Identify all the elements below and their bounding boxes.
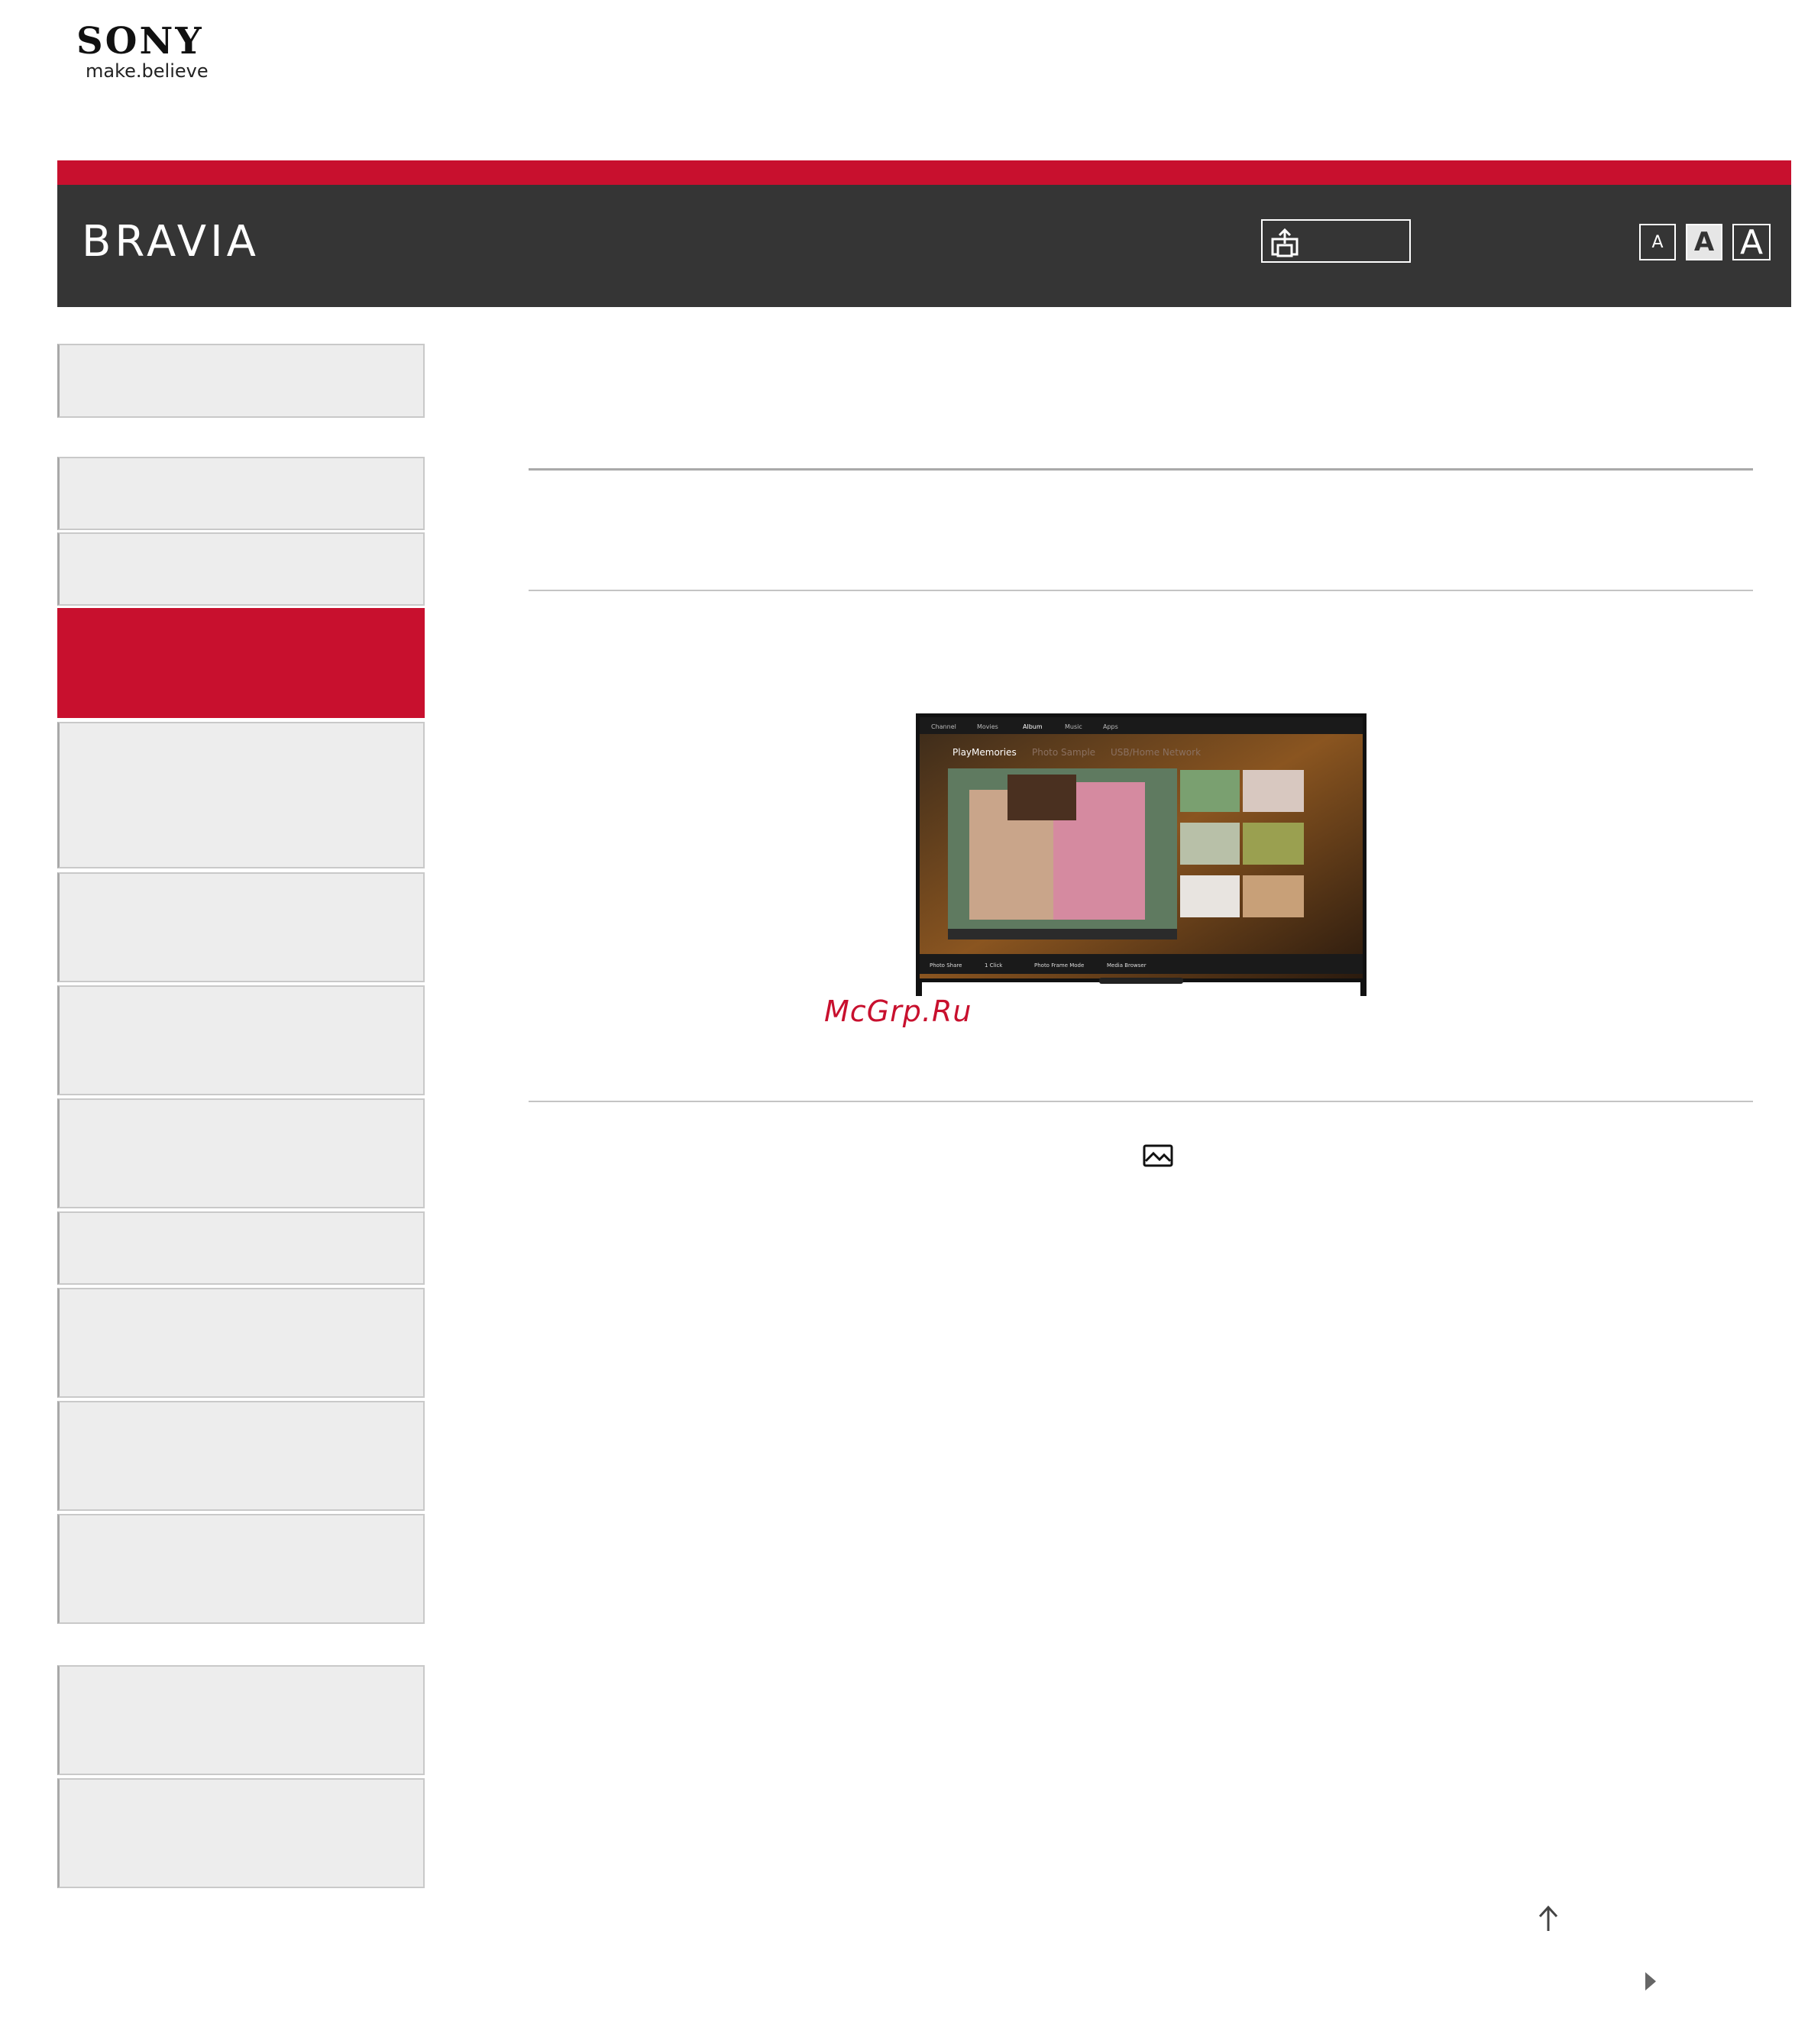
print-icon (1271, 228, 1299, 257)
product-title: BRAVIA (82, 217, 260, 267)
sidebar-item-11[interactable] (57, 1514, 425, 1624)
print-button[interactable] (1261, 219, 1411, 263)
tv-album-illustration: Channel Movies Album Music Apps PlayMemo… (916, 713, 1367, 996)
tv-btn-photo-share: Photo Share (930, 962, 962, 969)
font-size-small-button[interactable]: A (1639, 224, 1676, 260)
sidebar-item-6[interactable] (57, 985, 425, 1095)
sony-logo: SONY make.believe (76, 21, 229, 81)
tv-btn-photo-frame: Photo Frame Mode (1034, 962, 1084, 969)
sidebar-item-bottom-1[interactable] (57, 1665, 425, 1775)
sidebar-item-2[interactable] (57, 532, 425, 606)
sidebar-item-4[interactable] (57, 722, 425, 868)
sidebar-item-bottom-2[interactable] (57, 1778, 425, 1888)
triangle-right-icon[interactable] (1642, 1971, 1658, 1992)
tv-topbar-channel: Channel (931, 723, 956, 730)
header-bar (57, 185, 1791, 307)
content-divider (529, 590, 1753, 591)
sidebar-item-9[interactable] (57, 1288, 425, 1398)
sidebar-item-8[interactable] (57, 1211, 425, 1285)
content-divider (529, 1101, 1753, 1102)
arrow-up-icon[interactable] (1537, 1905, 1560, 1932)
tv-topbar-movies: Movies (977, 723, 998, 730)
tv-btn-media-browser: Media Browser (1107, 962, 1147, 969)
tv-topbar-apps: Apps (1103, 723, 1118, 730)
content-divider-top (529, 468, 1753, 471)
tv-topbar-music: Music (1065, 723, 1082, 730)
sidebar-item-10[interactable] (57, 1401, 425, 1511)
tv-tab-usb: USB/Home Network (1111, 747, 1201, 758)
photo-icon (1143, 1144, 1173, 1167)
sidebar-item-top[interactable] (57, 344, 425, 418)
tv-btn-1-click: 1 Click (985, 962, 1003, 969)
sidebar-item-active[interactable] (57, 608, 425, 718)
header-red-strip (57, 160, 1791, 185)
sidebar-item-5[interactable] (57, 872, 425, 982)
font-size-medium-button[interactable]: A (1686, 224, 1722, 260)
tv-tab-photo-sample: Photo Sample (1032, 747, 1095, 758)
font-size-large-button[interactable]: A (1732, 223, 1771, 262)
tv-topbar-album: Album (1023, 723, 1043, 730)
sidebar-item-7[interactable] (57, 1098, 425, 1208)
watermark: McGrp.Ru (824, 995, 972, 1028)
tv-tab-playmemories: PlayMemories (953, 747, 1017, 758)
sony-wordmark: SONY (76, 20, 204, 63)
sidebar-item-1[interactable] (57, 457, 425, 530)
sony-tagline: make.believe (86, 60, 209, 82)
